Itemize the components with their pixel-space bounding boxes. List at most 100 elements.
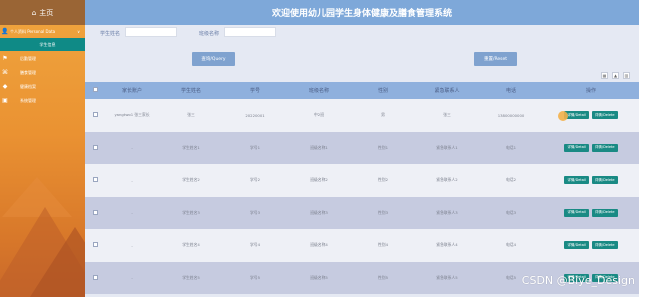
- reset-button[interactable]: 重置/Reset: [474, 52, 517, 66]
- delete-button[interactable]: 详情/Delete: [591, 143, 618, 152]
- table-row[interactable]: - 学生姓名4 学号4 班级名称4 性别4 紧急联系人4 电话4 详情/Detail 详情/De…: [85, 229, 639, 262]
- row-select-cell: [85, 209, 105, 216]
- table-cell: 20220001: [245, 112, 265, 118]
- table-cell: 性别5: [377, 274, 388, 280]
- column-header-student-name[interactable]: 学生姓名: [159, 87, 223, 94]
- detail-button[interactable]: 详情/Detail: [564, 143, 589, 152]
- table-cell: 电话1: [505, 144, 516, 150]
- row-checkbox[interactable]: [92, 112, 98, 118]
- sidebar-item-label: 健康档案: [20, 83, 36, 89]
- column-header-student-id[interactable]: 学号: [223, 87, 287, 94]
- delete-button[interactable]: 详情/Delete: [591, 241, 618, 250]
- table-cell: 电话2: [505, 177, 516, 183]
- sidebar-item-label: 学生信息: [39, 41, 56, 47]
- student-name-input[interactable]: [125, 27, 177, 37]
- watermark: CSDN @Biye_Design: [521, 274, 635, 287]
- class-name-input[interactable]: [224, 27, 276, 37]
- row-select-cell: [85, 274, 105, 281]
- table-row[interactable]: yangtwo1 张三家长 张三 20220001 中2班 男 张三 13800000000…: [85, 99, 639, 132]
- sidebar-home[interactable]: ⌂ 主页: [0, 0, 85, 25]
- detail-button[interactable]: 详情/Detail: [564, 176, 589, 185]
- sidebar-item-logistics[interactable]: ⚑ 后勤管理: [0, 52, 85, 65]
- table-row[interactable]: - 学生姓名1 学号1 班级名称1 性别1 紧急联系人1 电话1 详情/Detail 详情/De…: [85, 131, 639, 164]
- table-cell: 紧急联系人4: [436, 242, 458, 248]
- export-icon[interactable]: ▲: [612, 72, 619, 79]
- table-cell: 学号3: [249, 209, 260, 215]
- select-all-checkbox[interactable]: [92, 87, 98, 92]
- table-header: 家长账户 学生姓名 学号 班级名称 性别 紧急联系人 电话 操作: [85, 82, 639, 99]
- column-header-class-name[interactable]: 班级名称: [287, 87, 351, 94]
- row-checkbox[interactable]: [92, 144, 98, 150]
- table-cell: 紧急联系人3: [436, 209, 458, 215]
- sidebar-item-student-info[interactable]: 学生信息: [0, 38, 85, 51]
- sidebar-item-label: 后勤管理: [20, 55, 36, 61]
- detail-button[interactable]: 详情/Detail: [564, 111, 589, 120]
- grid-icon: ⌘: [2, 69, 8, 76]
- sidebar-mountain-decor: [30, 227, 85, 297]
- student-name-label: 学生姓名: [100, 31, 121, 37]
- page-header: 欢迎使用幼儿园学生身体健康及膳食管理系统: [85, 0, 639, 25]
- table-row[interactable]: - 学生姓名3 学号3 班级名称3 性别3 紧急联系人3 电话3 详情/Detail 详情/De…: [85, 196, 639, 229]
- table-cell: 13800000000: [497, 112, 525, 118]
- delete-button[interactable]: 详情/Delete: [591, 111, 618, 120]
- row-checkbox[interactable]: [92, 209, 98, 215]
- table-cell: 班级名称2: [310, 177, 328, 183]
- table-cell: 性别4: [377, 242, 388, 248]
- main-content: 学生姓名 班级名称 查询/Query 重置/Reset ▦ ▲ ▥ 家长账户 学…: [85, 25, 639, 297]
- chevron-down-icon: ∨: [77, 29, 80, 34]
- delete-button[interactable]: 详情/Delete: [591, 208, 618, 217]
- data-table: 家长账户 学生姓名 学号 班级名称 性别 紧急联系人 电话 操作 yangtwo…: [85, 82, 639, 294]
- sidebar-item-label: 个人资料 Personal Data: [10, 28, 56, 34]
- table-cell: 性别3: [377, 209, 388, 215]
- table-cell: 学号4: [249, 242, 260, 248]
- row-checkbox[interactable]: [92, 177, 98, 183]
- table-cell: -: [131, 145, 133, 151]
- row-checkbox[interactable]: [92, 274, 98, 280]
- row-select-cell: [85, 112, 105, 118]
- page-title: 欢迎使用幼儿园学生身体健康及膳食管理系统: [271, 9, 452, 19]
- home-icon: ⌂: [31, 8, 37, 17]
- detail-button[interactable]: 详情/Detail: [564, 241, 589, 250]
- detail-button[interactable]: 详情/Detail: [564, 208, 589, 217]
- column-header-gender[interactable]: 性别: [351, 87, 415, 94]
- table-cell: 紧急联系人2: [436, 177, 458, 183]
- table-cell: yangtwo1 张三家长: [114, 112, 150, 118]
- table-cell: 班级名称4: [310, 242, 328, 248]
- table-cell: 班级名称3: [310, 209, 328, 215]
- query-button[interactable]: 查询/Query: [192, 52, 235, 66]
- table-cell: 紧急联系人5: [436, 274, 458, 280]
- table-row[interactable]: - 学生姓名2 学号2 班级名称2 性别2 紧急联系人2 电话2 详情/Detail 详情/De…: [85, 164, 639, 197]
- print-icon[interactable]: ▦: [601, 72, 608, 79]
- table-cell: 紧急联系人1: [436, 144, 458, 150]
- mouse-cursor-indicator: [558, 111, 568, 121]
- sidebar: ⌂ 主页 👤 个人资料 Personal Data ∨ 学生信息 ⚑ 后勤管理 …: [0, 0, 85, 297]
- table-cell: 电话3: [505, 209, 516, 215]
- table-cell: -: [131, 275, 133, 281]
- table-cell: -: [131, 242, 133, 248]
- table-cell: -: [131, 177, 133, 183]
- table-cell: 电话4: [505, 242, 516, 248]
- tag-icon: ◆: [2, 83, 8, 90]
- sidebar-item-label: 系统管理: [20, 97, 36, 103]
- sidebar-item-system[interactable]: ▣ 系统管理: [0, 94, 85, 107]
- columns-icon[interactable]: ▥: [623, 72, 630, 79]
- sidebar-item-label: 膳食管理: [20, 69, 36, 75]
- table-cell: 学生姓名1: [182, 144, 200, 150]
- column-header-parent-account[interactable]: 家长账户: [105, 87, 159, 94]
- delete-button[interactable]: 详情/Delete: [591, 176, 618, 185]
- sidebar-item-personal-data[interactable]: 👤 个人资料 Personal Data ∨: [0, 25, 85, 38]
- column-header-phone[interactable]: 电话: [479, 87, 543, 94]
- page-margin: [639, 0, 649, 297]
- row-checkbox[interactable]: [92, 242, 98, 248]
- row-select-cell: [85, 144, 105, 151]
- table-cell: 学号1: [249, 144, 260, 150]
- row-select-cell: [85, 177, 105, 183]
- sidebar-item-health[interactable]: ◆ 健康档案: [0, 80, 85, 93]
- column-header-actions: 操作: [585, 88, 596, 94]
- column-header-emergency-contact[interactable]: 紧急联系人: [415, 87, 479, 94]
- table-cell: 学生姓名5: [182, 274, 200, 280]
- sidebar-item-meals[interactable]: ⌘ 膳食管理: [0, 66, 85, 79]
- actions-cell: 详情/Detail 详情/Delete: [543, 208, 639, 217]
- table-cell: 中2班: [313, 112, 324, 118]
- table-cell: 班级名称1: [310, 144, 328, 150]
